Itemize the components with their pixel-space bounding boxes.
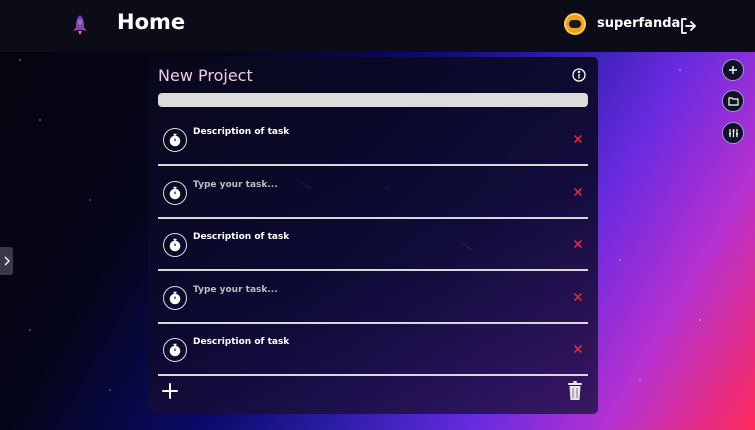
close-icon[interactable] [573, 134, 583, 144]
task-timer-button[interactable] [163, 233, 187, 257]
task-input[interactable] [193, 284, 553, 295]
settings-sliders-button[interactable] [722, 122, 744, 144]
project-title[interactable]: New Project [158, 66, 253, 85]
task-row [158, 168, 588, 219]
sidebar-toggle-button[interactable] [0, 247, 13, 275]
folder-icon [727, 97, 739, 106]
sliders-icon [728, 129, 738, 137]
close-icon[interactable] [573, 239, 583, 249]
top-navbar: Home superfanda [0, 0, 755, 52]
trash-icon[interactable] [567, 381, 583, 401]
task-row [158, 115, 588, 166]
task-timer-button[interactable] [163, 338, 187, 362]
task-input[interactable] [193, 232, 553, 242]
chevron-right-icon [4, 256, 10, 266]
stopwatch-icon [169, 291, 181, 304]
username-label: superfanda [597, 16, 681, 31]
task-timer-button[interactable] [163, 180, 187, 205]
stopwatch-icon [169, 343, 181, 357]
logout-icon[interactable] [679, 17, 697, 35]
info-icon[interactable] [572, 68, 586, 82]
task-input[interactable] [193, 127, 553, 137]
plus-icon [729, 66, 737, 74]
page-title: Home [117, 10, 186, 34]
avatar[interactable] [564, 13, 586, 35]
task-timer-button[interactable] [163, 285, 187, 310]
stopwatch-icon [169, 133, 181, 147]
task-timer-button[interactable] [163, 128, 187, 152]
open-folder-button[interactable] [722, 90, 744, 112]
progress-bar [158, 93, 588, 107]
add-project-button[interactable] [722, 59, 744, 81]
project-card: New Project [148, 57, 598, 414]
close-icon[interactable] [573, 187, 583, 197]
task-input[interactable] [193, 179, 553, 190]
stopwatch-icon [169, 186, 181, 199]
task-row [158, 325, 588, 376]
close-icon[interactable] [573, 344, 583, 354]
stopwatch-icon [169, 238, 181, 252]
task-input[interactable] [193, 337, 553, 347]
task-row [158, 273, 588, 324]
close-icon[interactable] [573, 292, 583, 302]
task-row [158, 220, 588, 271]
add-task-button[interactable] [162, 383, 178, 399]
rocket-icon[interactable] [70, 14, 90, 36]
